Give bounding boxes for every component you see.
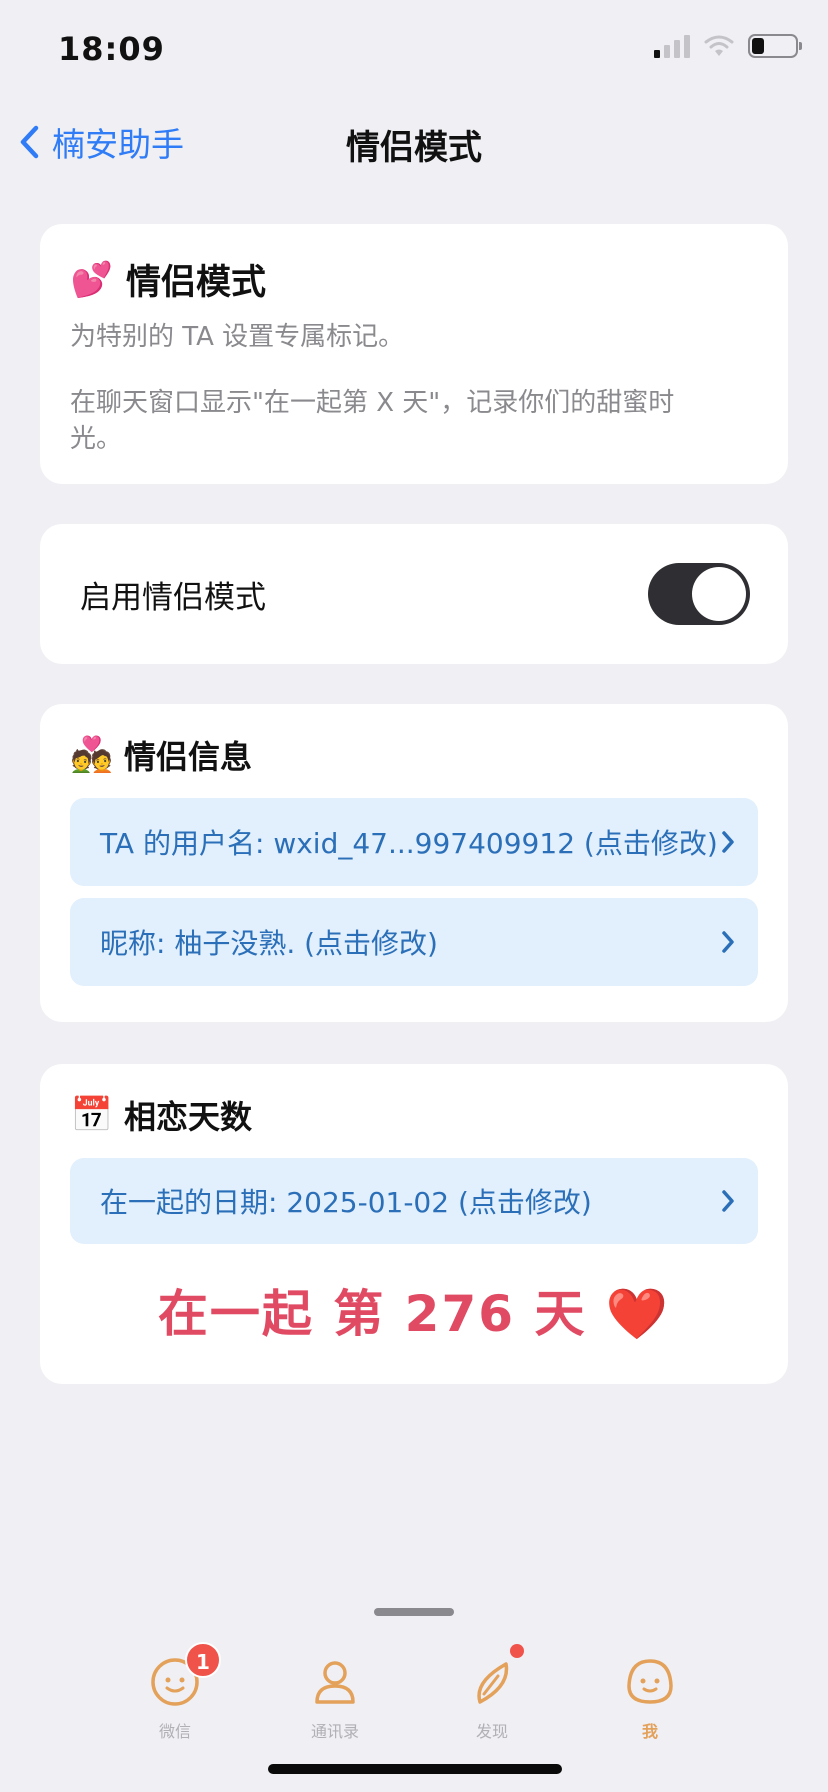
status-bar: 18:09 <box>0 0 828 100</box>
love-days-card: 📅 相恋天数 在一起的日期: 2025-01-02 (点击修改) 在一起 第 2… <box>40 1064 788 1384</box>
tab-bar: 1 微信 通讯录 发现 我 <box>0 1640 828 1750</box>
chat-face-icon: 1 <box>149 1642 221 1708</box>
chevron-right-icon <box>722 831 734 853</box>
sheet-grabber <box>374 1608 454 1616</box>
intro-title: 💕 情侣模式 <box>70 254 758 305</box>
date-row[interactable]: 在一起的日期: 2025-01-02 (点击修改) <box>70 1158 758 1244</box>
nickname-row[interactable]: 昵称: 柚子没熟. (点击修改) <box>70 898 758 986</box>
status-icons <box>654 34 802 58</box>
date-row-label: 在一起的日期: 2025-01-02 (点击修改) <box>100 1186 592 1219</box>
intro-card: 💕 情侣模式 为特别的 TA 设置专属标记。 在聊天窗口显示"在一起第 X 天"… <box>40 224 788 484</box>
tab-contacts[interactable]: 通讯录 <box>275 1656 395 1742</box>
new-content-dot <box>510 1644 524 1658</box>
status-time: 18:09 <box>58 30 165 68</box>
heart-icon: ❤️ <box>605 1285 671 1343</box>
tab-discover[interactable]: 发现 <box>432 1644 552 1742</box>
couple-mode-switch[interactable] <box>648 563 750 625</box>
chevron-right-icon <box>722 1190 734 1212</box>
tab-label: 我 <box>641 1722 658 1741</box>
username-row-label: TA 的用户名: wxid_47...997409912 (点击修改) <box>100 827 718 860</box>
compass-icon <box>466 1644 524 1708</box>
together-days-text: 在一起 第 276 天 ❤️ <box>70 1274 758 1346</box>
love-days-title-text: 相恋天数 <box>124 1098 253 1136</box>
tab-label: 微信 <box>158 1722 191 1741</box>
home-indicator <box>268 1764 562 1774</box>
calendar-icon: 📅 <box>70 1095 114 1135</box>
enable-toggle-label: 启用情侣模式 <box>80 579 266 616</box>
battery-icon <box>748 34 802 58</box>
together-days-value: 在一起 第 276 天 <box>157 1285 587 1343</box>
couple-info-title-text: 情侣信息 <box>124 738 253 776</box>
wifi-icon <box>704 35 734 56</box>
couple-info-card: 💑 情侣信息 TA 的用户名: wxid_47...997409912 (点击修… <box>40 704 788 1022</box>
switch-knob <box>692 567 746 621</box>
username-row[interactable]: TA 的用户名: wxid_47...997409912 (点击修改) <box>70 798 758 886</box>
signal-icon <box>654 34 690 58</box>
intro-description: 为特别的 TA 设置专属标记。 <box>70 322 405 352</box>
two-hearts-icon: 💕 <box>70 259 114 300</box>
couple-icon: 💑 <box>70 735 114 775</box>
enable-toggle-card: 启用情侣模式 <box>40 524 788 664</box>
unread-badge: 1 <box>185 1642 221 1678</box>
tab-label: 发现 <box>475 1722 508 1741</box>
tab-label: 通讯录 <box>310 1722 359 1741</box>
page-title: 情侣模式 <box>346 128 482 168</box>
love-days-title: 📅 相恋天数 <box>70 1092 758 1138</box>
tab-wechat[interactable]: 1 微信 <box>115 1642 235 1742</box>
couple-info-title: 💑 情侣信息 <box>70 732 758 778</box>
nav-bar: 楠安助手 情侣模式 <box>0 100 828 180</box>
intro-title-text: 情侣模式 <box>126 263 267 303</box>
chevron-right-icon <box>722 931 734 953</box>
me-face-icon <box>624 1656 676 1708</box>
tab-me[interactable]: 我 <box>590 1656 710 1742</box>
contacts-person-icon <box>309 1656 361 1708</box>
nickname-row-label: 昵称: 柚子没熟. (点击修改) <box>100 927 438 960</box>
intro-description-2: 在聊天窗口显示"在一起第 X 天"，记录你们的甜蜜时光。 <box>70 388 675 454</box>
